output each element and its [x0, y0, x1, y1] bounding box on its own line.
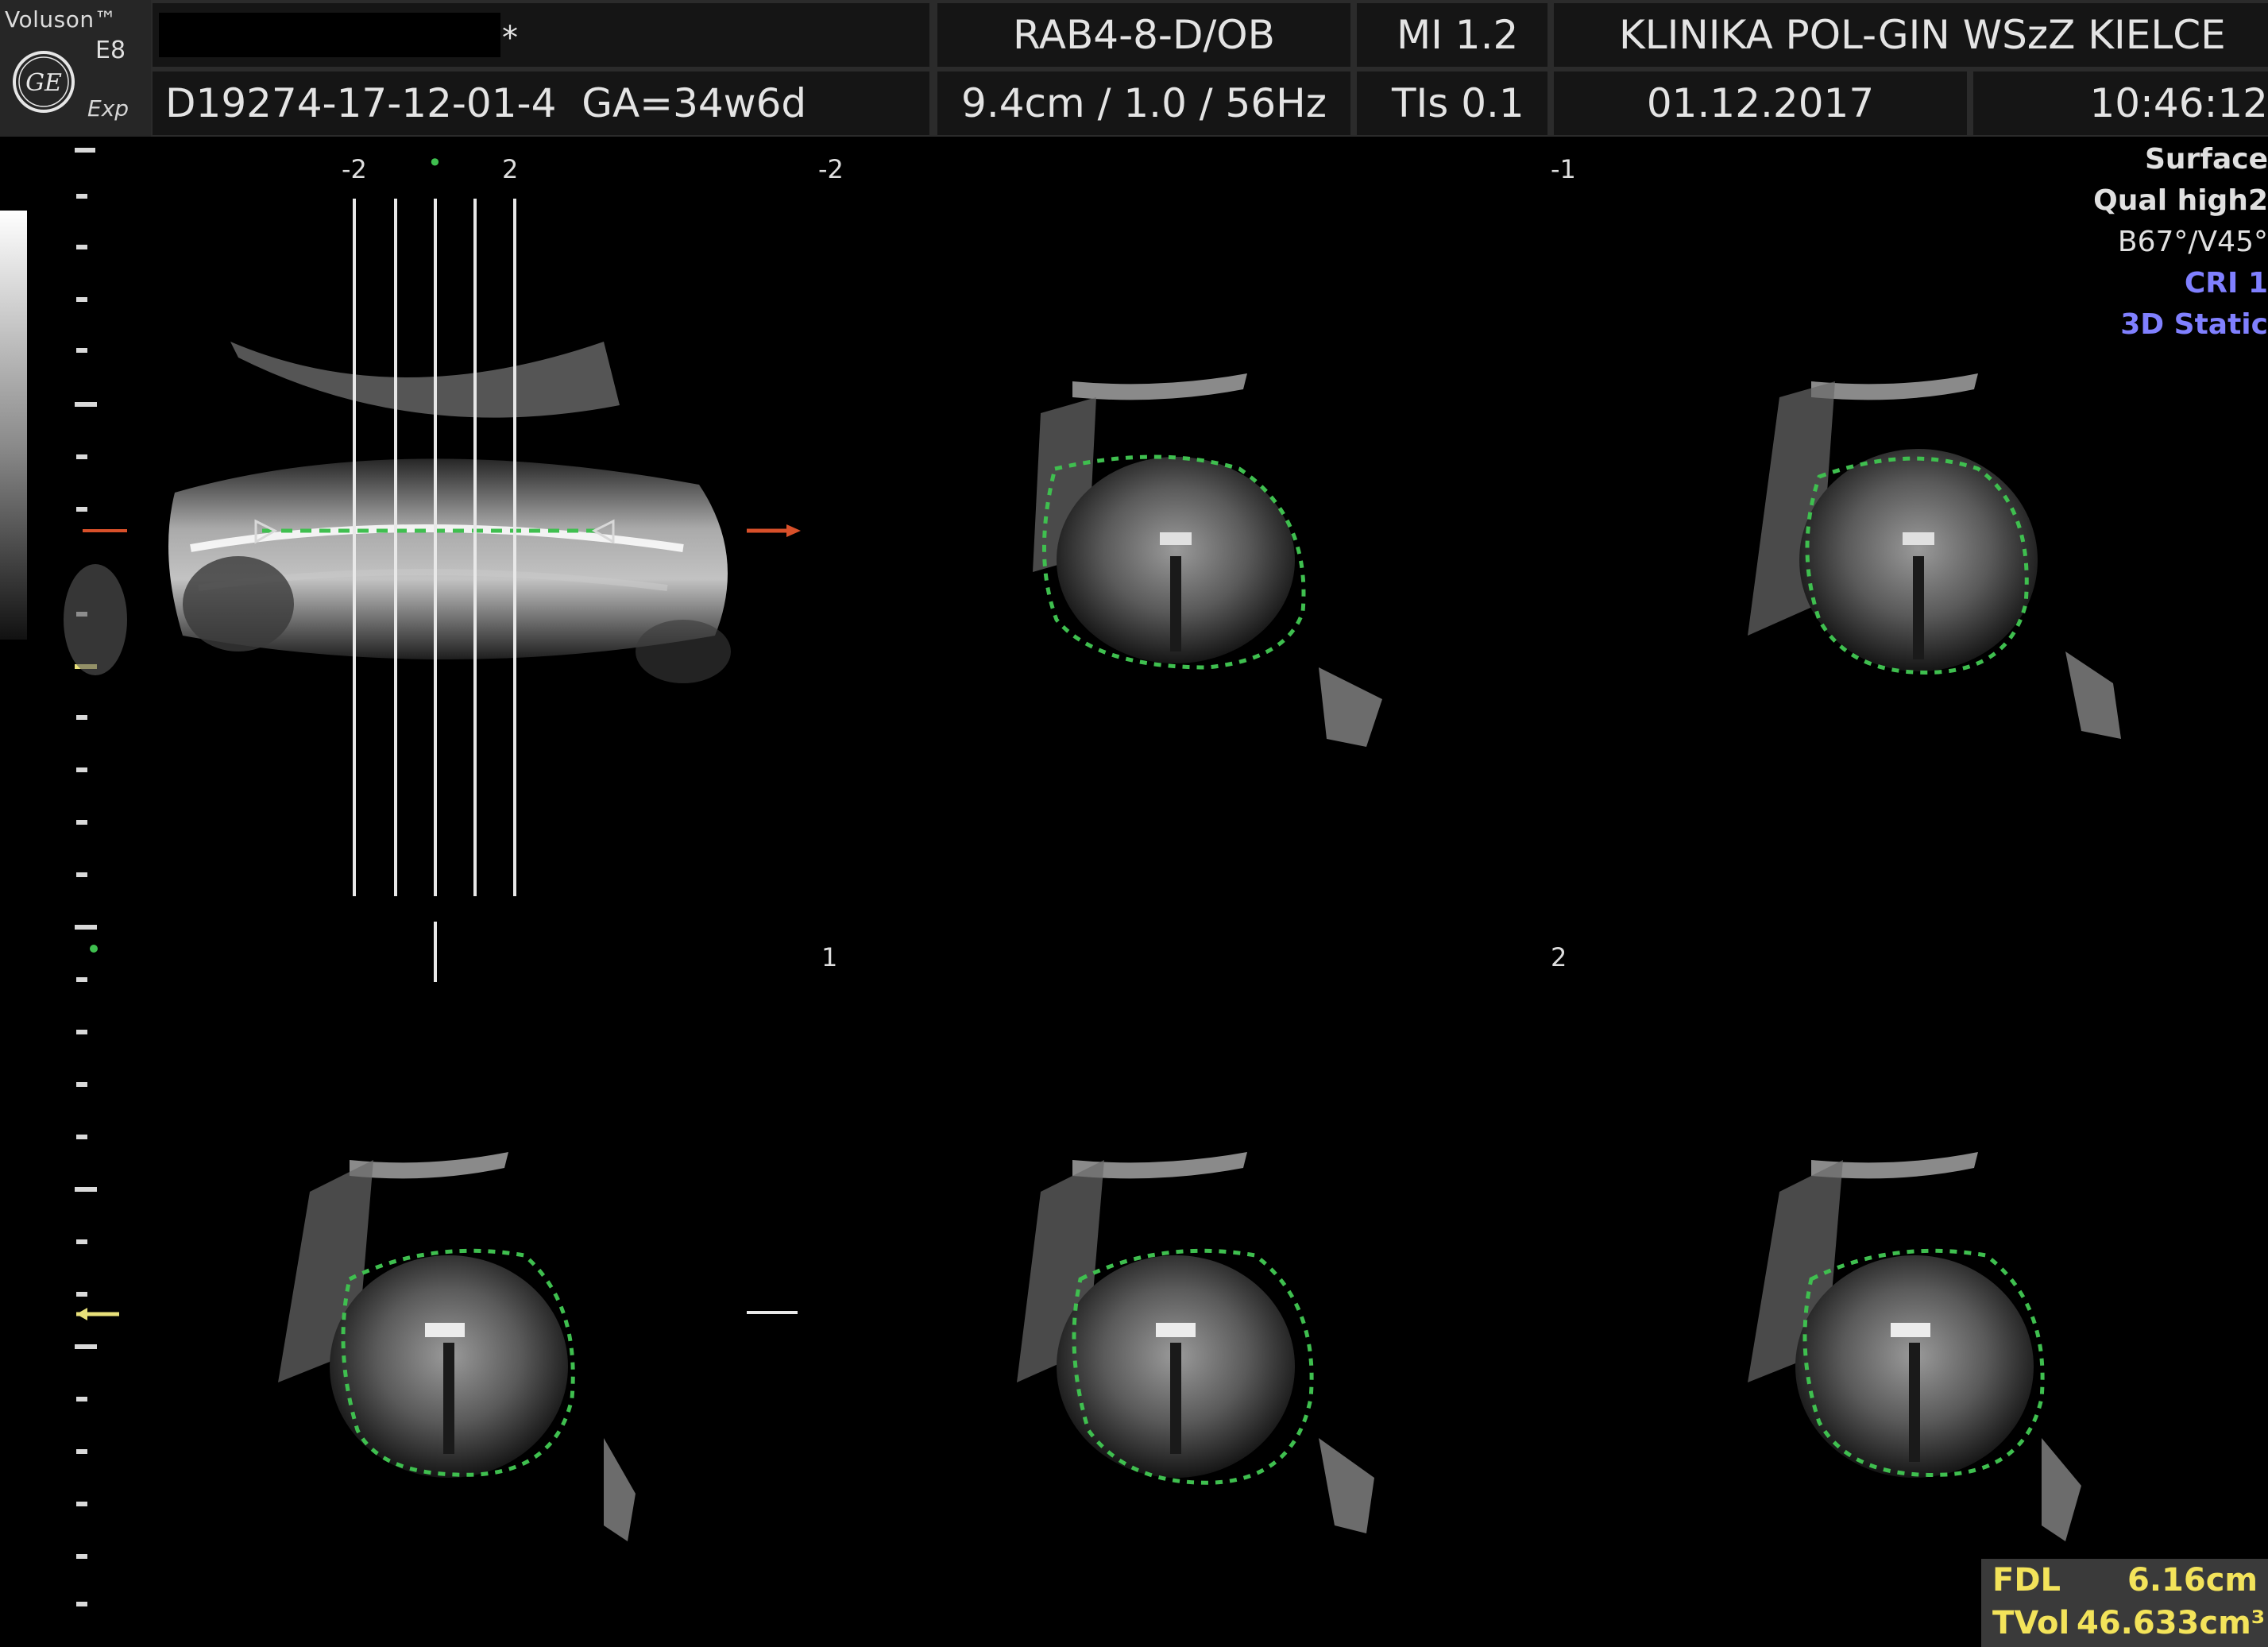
quality: Qual high2 [2093, 184, 2268, 217]
ref-label-right: 2 [502, 154, 519, 184]
slice-image-minus2 [1033, 373, 1382, 747]
green-dot-marker [90, 945, 98, 953]
slice-image-plus2b [1748, 1152, 2081, 1541]
slice-label: -2 [818, 154, 844, 184]
render-mode: Surface [2144, 143, 2268, 176]
slice-label: -1 [1551, 154, 1576, 184]
slice-label: 1 [821, 942, 838, 972]
measurement-box: FDL 6.16cm TVol 46.633cm³ [1981, 1559, 2268, 1647]
cri: CRI 1 [2184, 267, 2268, 300]
slice-label: 2 [1551, 942, 1567, 972]
slice-image-plus1 [278, 1152, 636, 1541]
fdl-value: 6.16cm [2127, 1562, 2258, 1599]
fdl-label: FDL [1992, 1562, 2061, 1599]
slice-image-minus1 [1748, 373, 2121, 739]
tvol-label: TVol [1992, 1605, 2070, 1641]
ultrasound-image [64, 199, 2121, 1541]
acquisition-mode: 3D Static [2120, 308, 2268, 341]
tvol-value: 46.633cm³ [2077, 1605, 2266, 1641]
ref-label-left: -2 [342, 154, 367, 184]
angles: B67°/V45° [2117, 226, 2268, 258]
slice-image-plus2a [1017, 1152, 1374, 1533]
ref-label-center: • [427, 148, 442, 178]
